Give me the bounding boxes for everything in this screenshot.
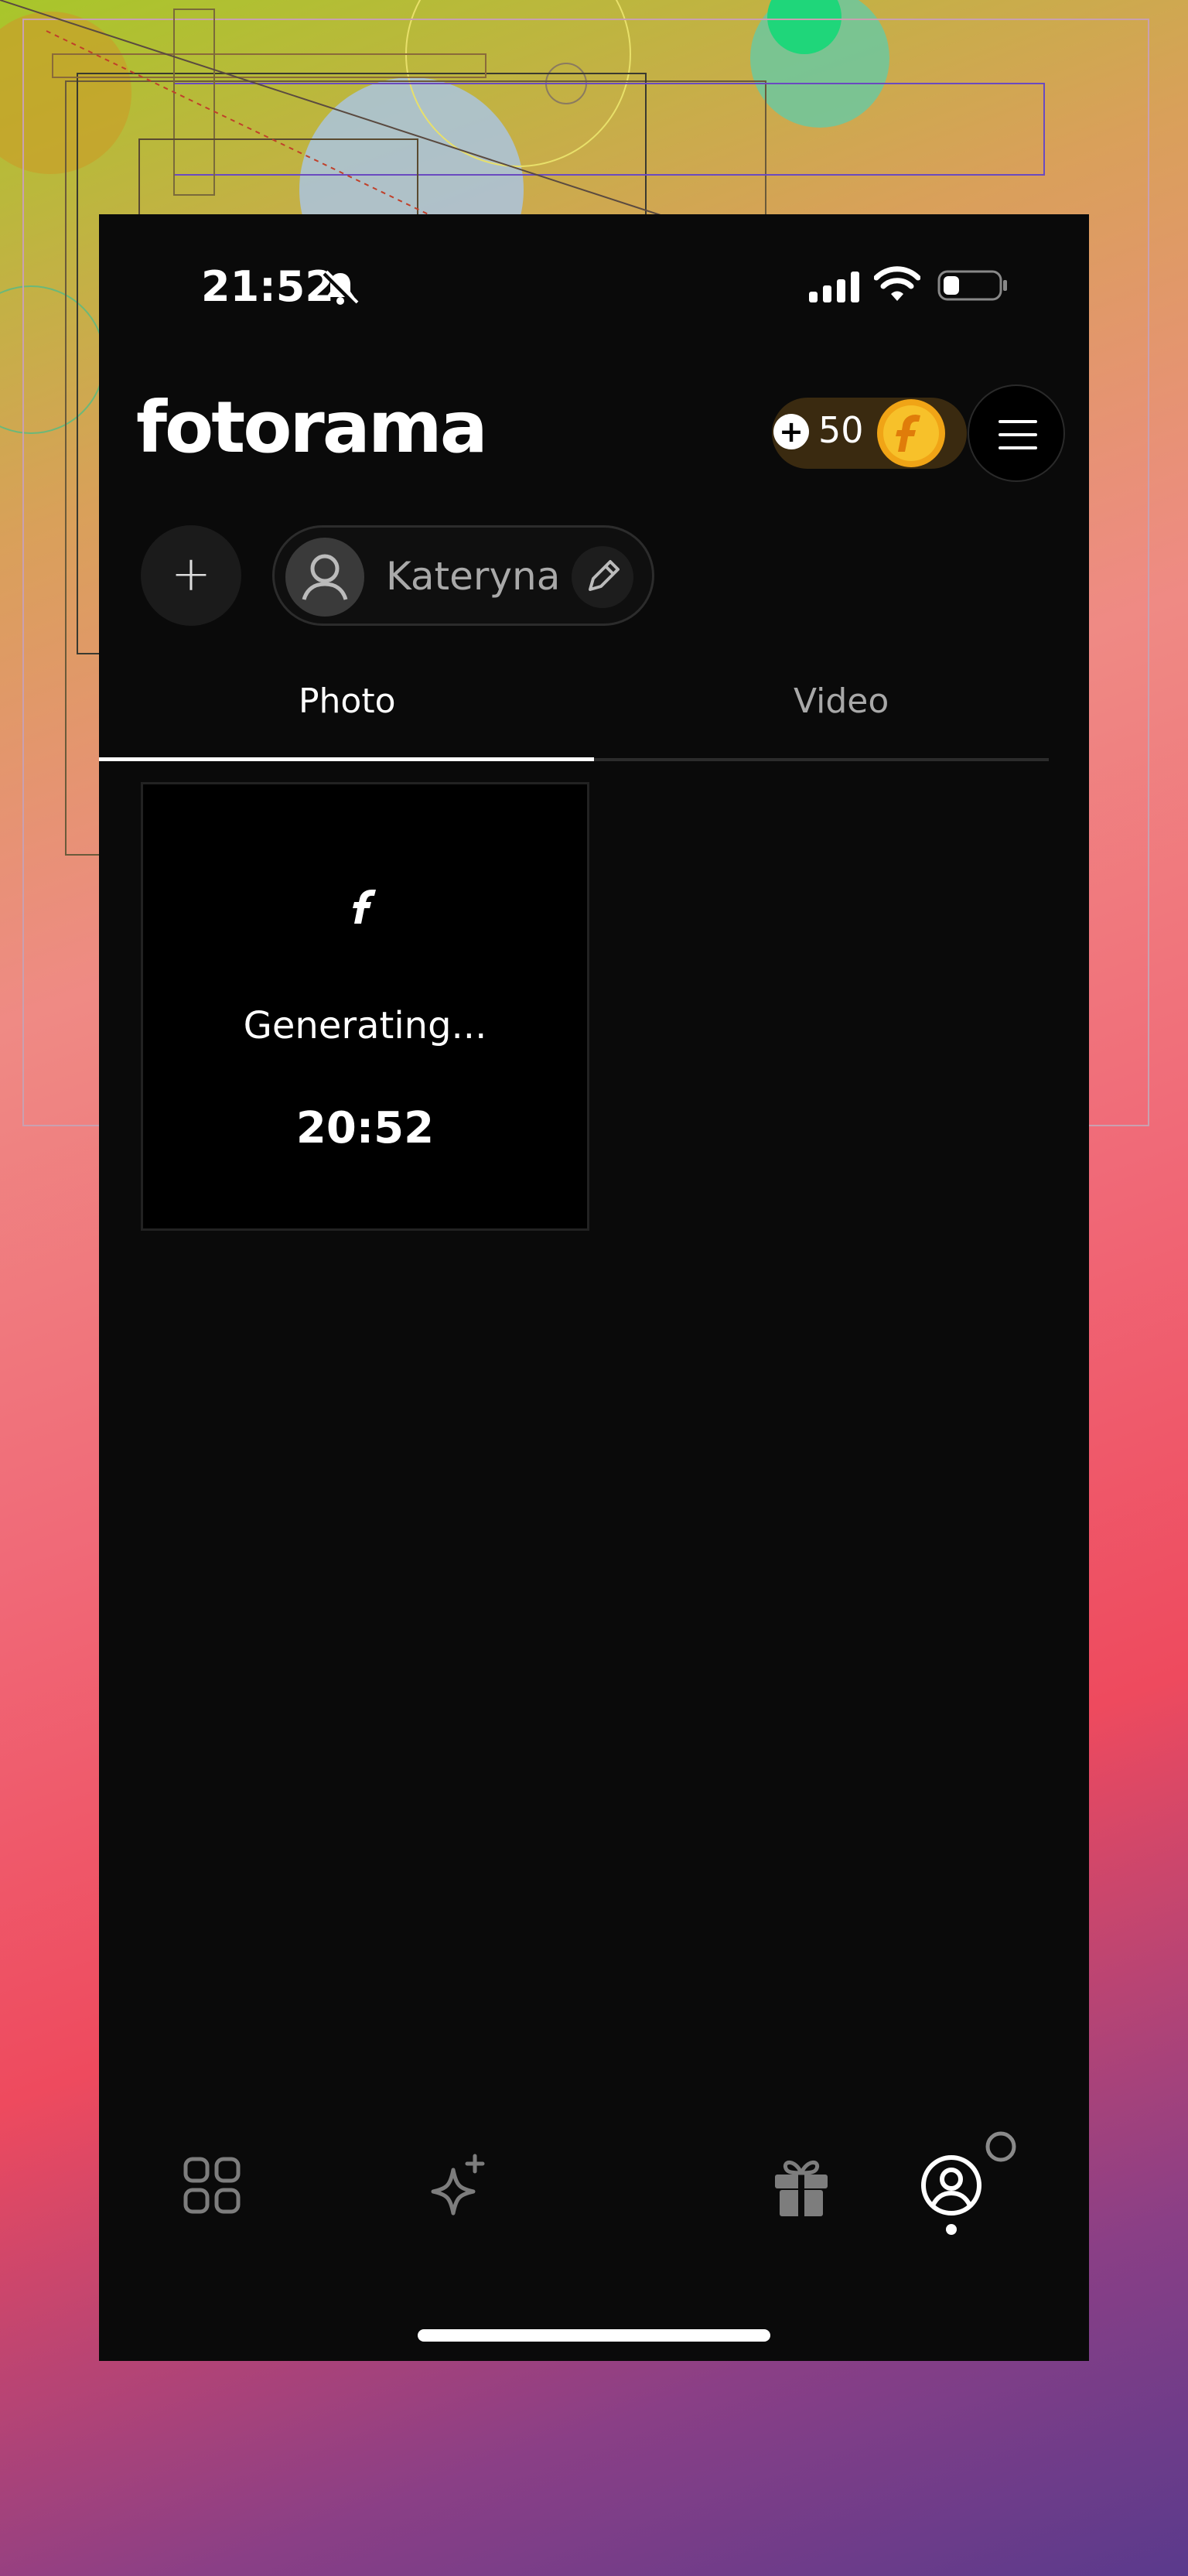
loading-ring-icon [985,2131,1016,2162]
add-profile-label: + [171,545,211,602]
status-time: 21:52 [201,262,334,311]
profile-icon[interactable] [914,2148,988,2222]
wifi-icon [874,266,920,301]
coin-icon [877,399,945,467]
add-profile-button[interactable]: + [141,525,241,626]
user-icon [302,554,348,600]
gift-icon[interactable] [764,2148,838,2222]
pencil-icon [589,560,620,591]
profile-selector[interactable]: Kateryna [272,525,654,626]
generating-card[interactable]: Generating... 20:52 [141,782,589,1231]
tab-photo[interactable]: Photo [299,682,396,721]
sparkle-icon[interactable] [422,2148,497,2222]
home-indicator[interactable] [418,2329,770,2342]
battery-icon [937,270,1007,301]
profile-name: Kateryna [386,554,561,599]
active-nav-indicator [946,2224,957,2235]
grid-icon[interactable] [175,2148,249,2222]
tab-active-indicator [99,757,594,761]
app-screen: 21:52 fotorama + 50 + Kateryna Photo Vid… [99,214,1089,2361]
menu-button[interactable] [968,384,1065,482]
bell-muted-icon [323,270,359,306]
credit-count: 50 [818,409,864,451]
add-credits-icon[interactable]: + [773,414,809,449]
tab-video[interactable]: Video [794,682,889,721]
edit-profile-button[interactable] [572,546,633,608]
generating-timer: 20:52 [295,1103,435,1153]
signal-icon [809,272,859,302]
app-logo: fotorama [136,386,488,469]
generating-status: Generating... [243,1004,487,1047]
avatar [285,538,364,617]
fotorama-f-icon [353,890,376,924]
